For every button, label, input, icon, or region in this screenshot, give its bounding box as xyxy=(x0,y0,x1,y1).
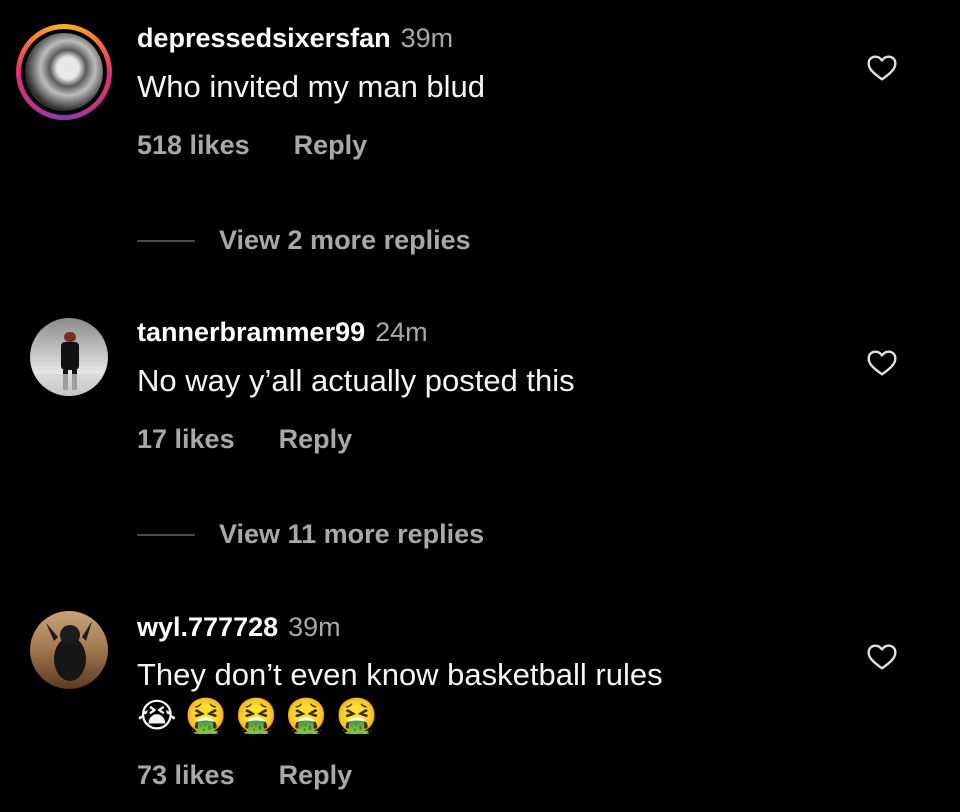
heart-outline-icon[interactable] xyxy=(866,641,898,673)
heart-outline-icon[interactable] xyxy=(866,52,898,84)
comment-actions: 73 likes Reply xyxy=(137,760,352,791)
avatar-image xyxy=(30,332,108,396)
username[interactable]: depressedsixersfan xyxy=(137,23,391,53)
like-count[interactable]: 518 likes xyxy=(137,130,250,161)
comment-actions: 518 likes Reply xyxy=(137,130,367,161)
comment-header: depressedsixersfan 39m xyxy=(137,22,453,54)
like-count[interactable]: 73 likes xyxy=(137,760,235,791)
divider xyxy=(137,240,195,242)
avatar[interactable] xyxy=(25,33,103,111)
timestamp: 39m xyxy=(288,612,341,642)
reply-button[interactable]: Reply xyxy=(279,424,353,455)
avatar[interactable] xyxy=(30,611,108,689)
username[interactable]: tannerbrammer99 xyxy=(137,317,365,347)
avatar-image xyxy=(46,621,92,681)
timestamp: 24m xyxy=(375,317,428,347)
reply-button[interactable]: Reply xyxy=(279,760,353,791)
reply-button[interactable]: Reply xyxy=(294,130,368,161)
timestamp: 39m xyxy=(400,23,454,53)
view-replies-label: View 2 more replies xyxy=(219,225,471,255)
comment-text: No way y’all actually posted this xyxy=(137,363,575,398)
username[interactable]: wyl.777728 xyxy=(137,612,278,642)
story-ring[interactable] xyxy=(16,24,112,120)
view-replies-label: View 11 more replies xyxy=(219,519,485,549)
comment-header: wyl.777728 39m xyxy=(137,611,341,643)
emoji-row: 😭🤮🤮🤮🤮 xyxy=(137,697,387,735)
heart-outline-icon[interactable] xyxy=(866,347,898,379)
comment-text: They don’t even know basketball rules xyxy=(137,657,663,692)
divider xyxy=(137,534,195,536)
comment-header: tannerbrammer99 24m xyxy=(137,316,428,348)
avatar[interactable] xyxy=(30,318,108,396)
like-count[interactable]: 17 likes xyxy=(137,424,235,455)
comment-text: Who invited my man blud xyxy=(137,69,486,104)
comment-actions: 17 likes Reply xyxy=(137,424,352,455)
